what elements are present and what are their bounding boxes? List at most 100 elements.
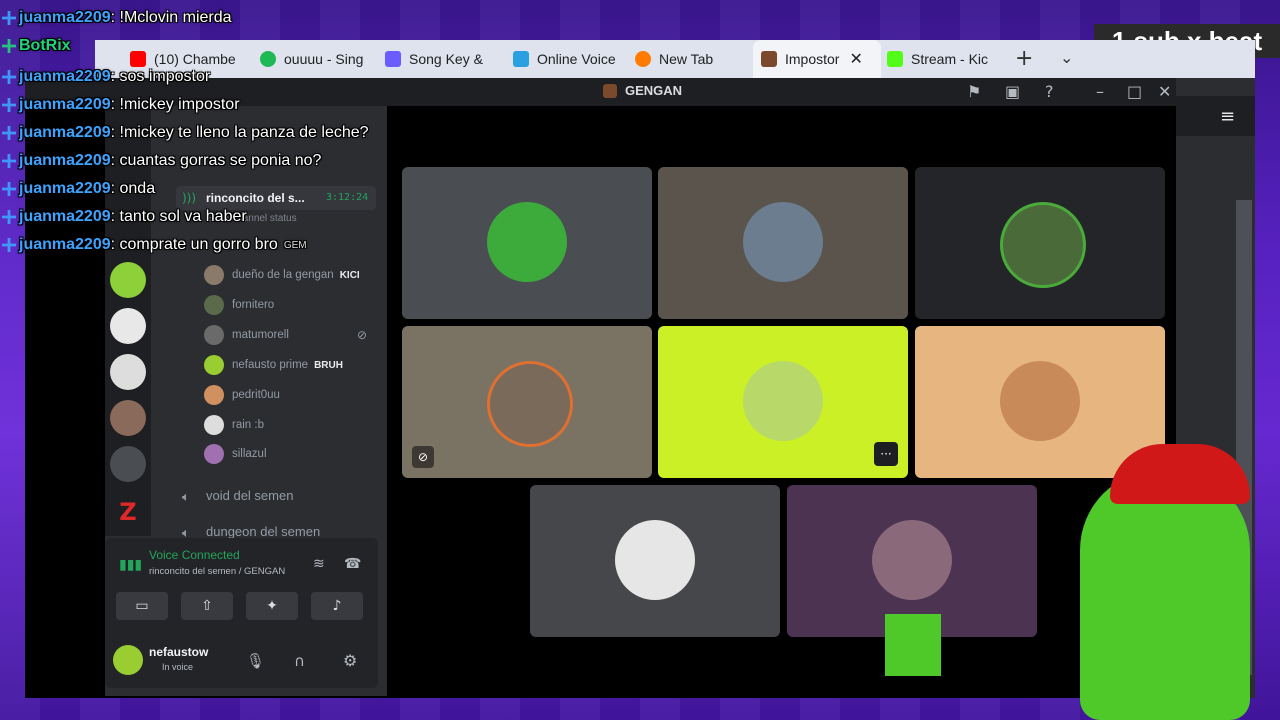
chat-badge-icon [2, 210, 16, 224]
inbox-icon[interactable]: ▣ [1005, 82, 1020, 101]
user-avatar[interactable] [113, 645, 143, 675]
tab-label: New Tab [659, 51, 714, 67]
screen-share-button[interactable]: ⇧ [181, 592, 233, 620]
server-avatar[interactable] [110, 446, 146, 482]
impostor-icon [761, 51, 777, 67]
server-avatar[interactable] [110, 400, 146, 436]
avatar [204, 265, 224, 285]
server-icon [603, 84, 617, 98]
participant-avatar [1000, 202, 1086, 288]
disconnect-icon[interactable]: ☎ [344, 556, 361, 572]
bot-badge-icon [2, 39, 16, 53]
camera-off-button[interactable]: ▭ [116, 592, 168, 620]
window-title: GENGAN [625, 83, 683, 98]
soundboard-button[interactable]: ♪ [311, 592, 363, 620]
voice-channel-icon: ))) [182, 191, 197, 205]
tab-online-voice[interactable]: Online Voice [513, 40, 633, 78]
connection-icon[interactable]: ▮▮▮ [119, 557, 142, 573]
headphones-icon[interactable]: ∩ [294, 652, 305, 670]
new-tab-button[interactable]: + [1015, 46, 1033, 71]
avatar [204, 444, 224, 464]
participant-avatar [743, 202, 823, 282]
avatar [204, 325, 224, 345]
avatar [204, 385, 224, 405]
voice-member[interactable]: sillazul [204, 443, 267, 465]
microphone-icon[interactable]: 🎙︎ [246, 652, 265, 670]
chat-badge-icon [2, 154, 16, 168]
server-avatar[interactable] [110, 308, 146, 344]
chat-message: BotRix [2, 35, 71, 57]
activities-button[interactable]: ✦ [246, 592, 298, 620]
gem-badge: GEM [283, 239, 307, 251]
server-avatar[interactable]: Z [110, 494, 146, 530]
youtube-icon [130, 51, 146, 67]
chat-badge-icon [2, 182, 16, 196]
channel-void[interactable]: 🔈︎ void del semen [182, 488, 294, 504]
hamburger-icon[interactable]: ≡ [1220, 106, 1235, 127]
member-name: matumorell [232, 329, 289, 341]
member-badge: KICI [339, 269, 360, 281]
participant-avatar [743, 361, 823, 441]
tab-song-key[interactable]: Song Key & [385, 40, 500, 78]
tunebat-icon [385, 51, 401, 67]
member-name: pedrit0uu [232, 389, 280, 401]
tab-kick-stream[interactable]: Stream - Kic [887, 40, 997, 78]
chat-badge-icon [2, 126, 16, 140]
participant-avatar [487, 202, 567, 282]
streamer-avatar-character [1080, 470, 1250, 720]
chat-message: juanma2209: cuantas gorras se ponia no? [2, 150, 321, 172]
close-window-icon[interactable]: ✕ [1158, 82, 1171, 101]
voice-member[interactable]: fornitero [204, 294, 274, 316]
help-icon[interactable]: ? [1045, 82, 1054, 101]
tab-label: ouuuu - Sing [284, 51, 364, 67]
more-options-icon[interactable]: ··· [874, 442, 898, 466]
video-tile[interactable] [658, 167, 908, 319]
participant-avatar [487, 361, 573, 447]
member-name: fornitero [232, 299, 275, 311]
video-tile[interactable] [402, 167, 652, 319]
settings-gear-icon[interactable]: ⚙ [343, 651, 357, 670]
minimize-icon[interactable]: – [1096, 82, 1104, 101]
chat-message: juanma2209: !mickey impostor [2, 94, 240, 116]
voice-member[interactable]: nefausto prime BRUH [204, 354, 343, 376]
channel-name: dungeon del semen [206, 524, 321, 539]
server-avatar[interactable] [110, 354, 146, 390]
flag-icon[interactable]: ⚑ [967, 82, 981, 101]
video-tile[interactable] [915, 167, 1165, 319]
voice-member[interactable]: pedrit0uu [204, 384, 280, 406]
server-avatar[interactable] [110, 262, 146, 298]
channel-name: void del semen [206, 488, 294, 503]
chat-message: juanma2209: comprate un gorro bro GEM [2, 234, 307, 256]
avatar [204, 355, 224, 375]
chat-badge-icon [2, 70, 16, 84]
tab-label: Impostor [785, 51, 840, 67]
tab-list-button[interactable]: ⌄ [1060, 48, 1073, 67]
browser-tab-bar: (10) Chambe ouuuu - Sing Song Key & Onli… [95, 40, 1255, 78]
voice-member[interactable]: rain :b [204, 414, 264, 436]
chat-message: juanma2209: tanto sol va haber [2, 206, 247, 228]
voice-location[interactable]: rinconcito del semen / GENGAN [149, 566, 285, 577]
tab-label: Song Key & [409, 51, 483, 67]
voice-member[interactable]: matumorell [204, 324, 289, 346]
video-tile-speaking[interactable]: ··· [658, 326, 908, 478]
chat-message: juanma2209: sos impostor [2, 66, 210, 88]
participant-avatar [1000, 361, 1080, 441]
speaker-icon: 🔈︎ [182, 488, 190, 504]
noise-suppression-icon[interactable]: ≋ [313, 556, 325, 572]
channel-dungeon[interactable]: 🔈︎ dungeon del semen [182, 524, 321, 540]
tab-spotify[interactable]: ouuuu - Sing [260, 40, 370, 78]
video-tile[interactable] [915, 326, 1165, 478]
participant-avatar [872, 520, 952, 600]
maximize-icon[interactable]: □ [1127, 82, 1142, 101]
video-tile[interactable]: ⊘ [402, 326, 652, 478]
close-icon[interactable]: ✕ [849, 49, 862, 69]
member-name: rain :b [232, 419, 264, 431]
voice-channel-name: rinconcito del s... [206, 191, 305, 205]
voice-member[interactable]: dueño de la gengan KICI [204, 264, 360, 286]
chat-badge-icon [2, 238, 16, 252]
tab-new-tab[interactable]: New Tab [635, 40, 745, 78]
spotify-icon [260, 51, 276, 67]
browser-menu-area: ≡ [1176, 96, 1255, 136]
video-tile[interactable] [530, 485, 780, 637]
tab-impostor[interactable]: Impostor ✕ [753, 40, 881, 78]
